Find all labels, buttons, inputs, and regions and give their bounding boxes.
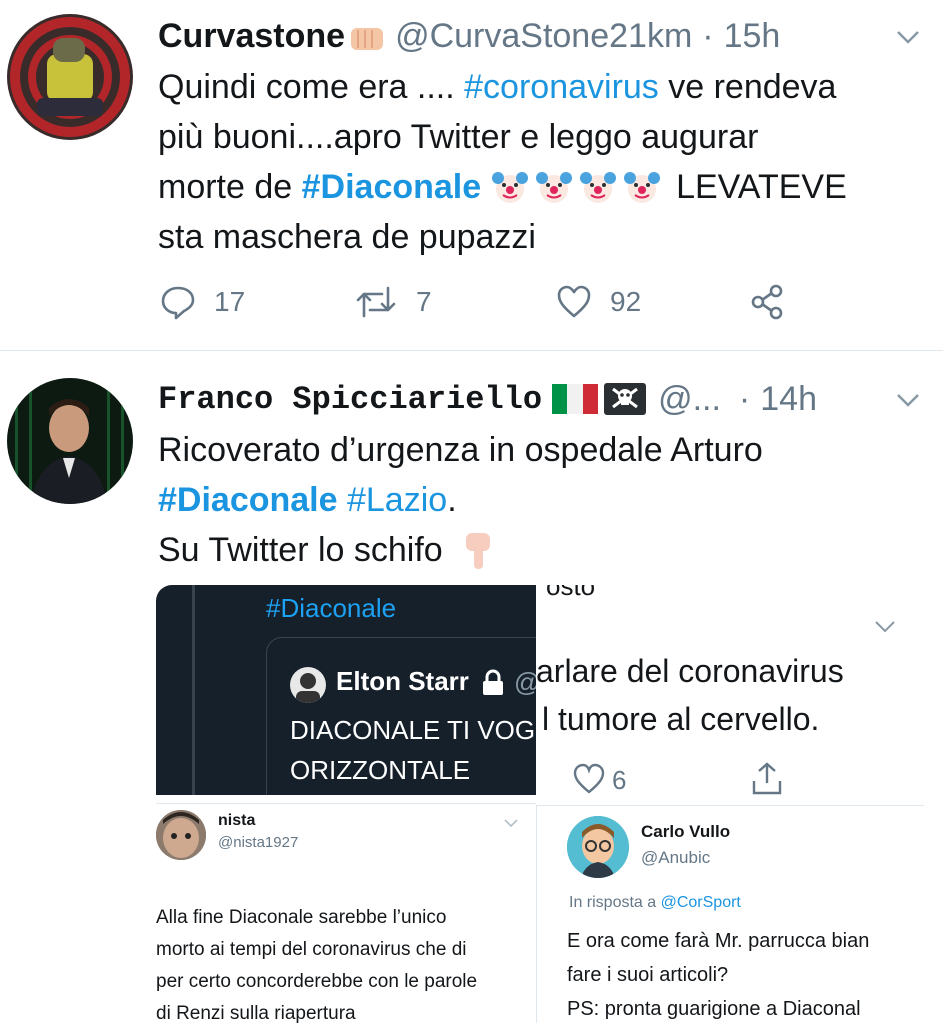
tweet-curvastone[interactable]: Curvastone @CurvaStone21km · 15h Quindi …	[0, 0, 943, 350]
display-name[interactable]: Curvastone	[158, 17, 345, 56]
carlo-text-line: E ora come farà Mr. parrucca bian	[567, 930, 870, 952]
carlo-handle: @Anubic	[641, 848, 711, 867]
nista-text-line: Alla fine Diaconale sarebbe l’unico	[156, 907, 447, 928]
timestamp[interactable]: 14h	[760, 380, 817, 419]
carlo-text: E ora come farà Mr. parrucca bian fare i…	[567, 924, 869, 1023]
avatar-image	[7, 378, 133, 504]
panel-text-fragment: osto	[546, 585, 596, 601]
tweet-text: Quindi come era .... #coronavirus ve ren…	[158, 62, 928, 262]
share-icon	[751, 284, 783, 320]
reply-context: In risposta a @CorSport	[569, 894, 741, 911]
carlo-name: Carlo Vullo	[641, 822, 731, 841]
clown-face-icon	[579, 172, 616, 203]
media-panel-dark-tweet[interactable]: #Diaconale Elton Starr @ DIACONALE TI VO…	[156, 585, 536, 795]
reply-icon	[161, 286, 195, 320]
chevron-down-icon	[504, 816, 518, 830]
share-icon	[750, 761, 784, 797]
media-panel-light-tweet[interactable]: osto arlare del coronavirus l tumore al …	[536, 585, 924, 805]
tweet-line: sta maschera de pupazzi	[158, 218, 536, 256]
like-button[interactable]: 92	[556, 282, 641, 322]
nista-text-line: morto ai tempi del coronavirus che di	[156, 939, 467, 960]
tweet-header: Franco Spicciariello @... · 14h	[158, 377, 817, 421]
reply-to-handle: @CorSport	[660, 894, 741, 911]
nista-text: Alla fine Diaconale sarebbe l’unico mort…	[156, 902, 477, 1023]
separator-dot: ·	[738, 379, 751, 418]
nista-text-line: per certo concorderebbe con le parole	[156, 971, 478, 992]
tweet-line: più buoni....apro Twitter e leggo augura…	[158, 118, 759, 156]
hashtag-coronavirus[interactable]: #coronavirus	[464, 68, 659, 106]
retweet-button[interactable]: 7	[354, 282, 432, 322]
quoted-text-line: ORIZZONTALE	[290, 755, 471, 785]
chevron-down-icon	[874, 615, 896, 637]
quoted-text-line: DIACONALE TI VOG	[290, 715, 536, 745]
tweet-header: Curvastone @CurvaStone21km · 15h	[158, 14, 780, 58]
panel-text-line: arlare del coronavirus	[536, 653, 844, 689]
hashtag-diaconale[interactable]: #Diaconale	[158, 481, 338, 519]
hashtag-diaconale[interactable]: #Diaconale	[302, 168, 482, 206]
display-name[interactable]: Franco Spicciariello	[158, 381, 542, 418]
nista-handle: @nista1927	[218, 834, 299, 851]
tweet-line: morte de #Diaconale LEVATEVE	[158, 168, 847, 206]
avatar-nista	[156, 810, 206, 860]
timestamp[interactable]: 15h	[724, 17, 781, 56]
reply-count: 17	[214, 286, 246, 317]
carlo-text-line: PS: pronta guarigione a Diaconal	[567, 998, 861, 1020]
tweet-line: #Diaconale #Lazio.	[158, 481, 457, 519]
chevron-down-icon[interactable]	[895, 387, 921, 413]
chevron-down-icon[interactable]	[895, 24, 921, 50]
like-count: 92	[610, 286, 642, 317]
italy-flag-icon	[552, 384, 599, 414]
tweet-text: Ricoverato d’urgenza in ospedale Arturo …	[158, 425, 928, 575]
clown-face-icon	[535, 172, 572, 203]
reply-button[interactable]: 17	[160, 282, 245, 322]
panel-text-line: l tumore al cervello.	[542, 701, 820, 737]
quoted-avatar	[290, 667, 326, 703]
hashtag-lazio[interactable]: #Lazio	[347, 481, 447, 519]
avatar-franco-spicciariello[interactable]	[7, 378, 133, 504]
lock-icon	[480, 669, 506, 697]
carlo-text-line: fare i suoi articoli?	[567, 964, 729, 986]
thread-line	[192, 585, 195, 795]
avatar-carlo-vullo	[567, 816, 629, 878]
pirate-flag-icon	[604, 383, 647, 415]
nista-name: nista	[218, 812, 256, 829]
tweet-line: Su Twitter lo schifo	[158, 525, 928, 575]
clown-face-icon	[623, 172, 660, 203]
clown-face-icon	[491, 172, 528, 203]
tweet-line: Quindi come era .... #coronavirus ve ren…	[158, 68, 837, 106]
quoted-name: Elton Starr	[336, 666, 469, 696]
handle[interactable]: @...	[658, 380, 721, 419]
heart-icon	[572, 763, 606, 795]
tweet-actions: 17 7 92	[160, 282, 860, 322]
tweet-media-grid[interactable]: #Diaconale Elton Starr @ DIACONALE TI VO…	[156, 585, 924, 1023]
handle[interactable]: @CurvaStone21km	[395, 17, 692, 56]
nista-text-line: di Renzi sulla riapertura	[156, 1003, 356, 1023]
avatar-curvastone[interactable]	[7, 14, 133, 140]
tweet-line: Ricoverato d’urgenza in ospedale Arturo	[158, 431, 763, 469]
avatar-image	[7, 14, 133, 140]
media-panel-nista-tweet[interactable]: nista @nista1927 Alla fine Diaconale sar…	[156, 803, 536, 1023]
separator-dot: ·	[702, 16, 714, 55]
retweet-count: 7	[416, 286, 432, 317]
fist-emoji-icon	[349, 22, 385, 50]
panel-like-count: 6	[612, 765, 627, 795]
heart-icon	[557, 285, 591, 318]
retweet-icon	[356, 286, 396, 318]
share-button[interactable]	[750, 282, 804, 322]
pointing-down-emoji-icon	[462, 531, 496, 571]
panel-hashtag: #Diaconale	[266, 593, 397, 623]
media-panel-carlo-vullo-tweet[interactable]: Carlo Vullo @Anubic In risposta a @CorSp…	[536, 805, 924, 1023]
quoted-handle: @	[514, 667, 536, 698]
clown-emojis	[491, 168, 676, 206]
